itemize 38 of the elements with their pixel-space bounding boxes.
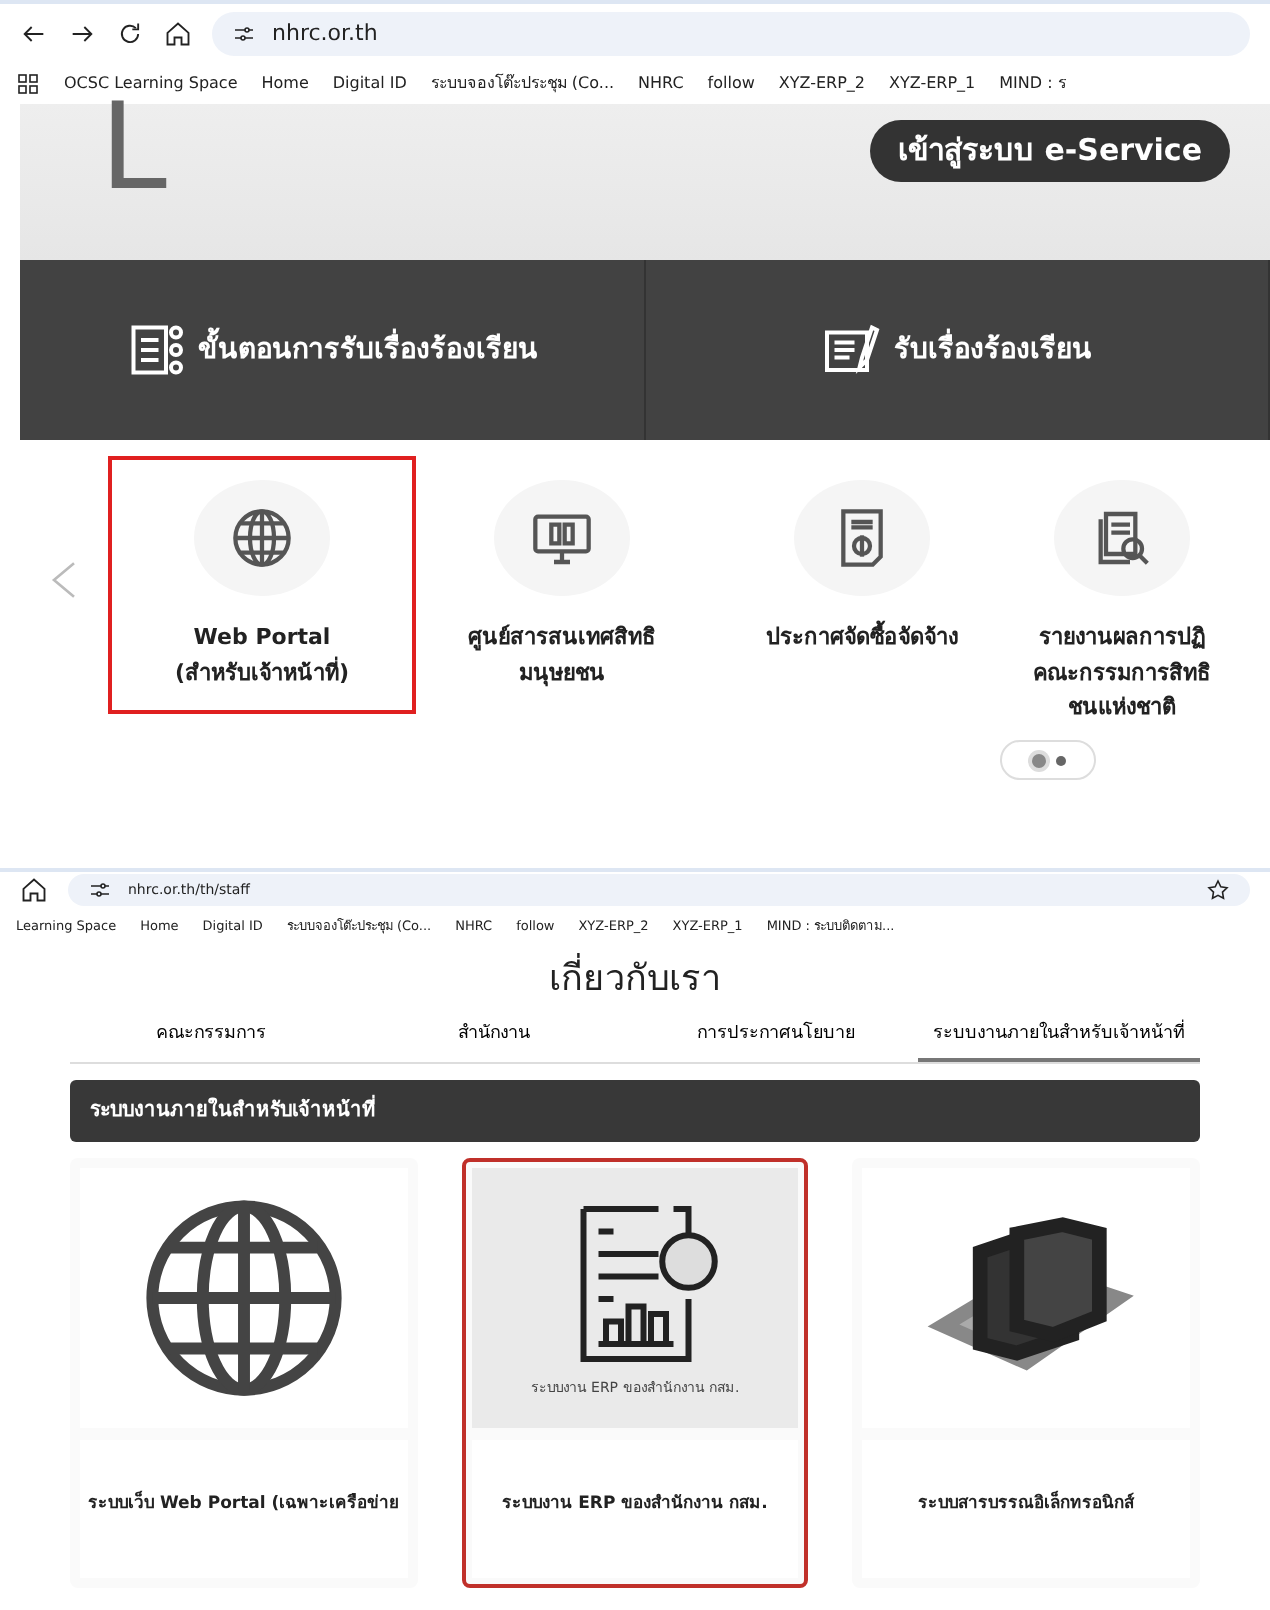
card-title: ระบบสารบรรณอิเล็กทรอนิกส์ [862, 1439, 1191, 1577]
bookmark-link[interactable]: XYZ-ERP_1 [889, 72, 976, 96]
bookmark-link[interactable]: XYZ-ERP_2 [778, 72, 865, 96]
home-icon[interactable] [164, 20, 192, 48]
section-header: ระบบงานภายในสำหรับเจ้าหน้าที่ [70, 1079, 1200, 1141]
tab[interactable]: คณะกรรมการ [70, 1014, 353, 1061]
page-heading: เกี่ยวกับเรา [0, 952, 1270, 1006]
pager-dot[interactable] [1055, 755, 1065, 765]
site-settings-icon[interactable] [88, 878, 112, 902]
system-card[interactable]: ระบบสารบรรณอิเล็กทรอนิกส์ [852, 1157, 1201, 1587]
bookmark-link[interactable]: ระบบจองโต๊ะประชุม (Co... [430, 72, 615, 96]
card-title: ระบบงาน ERP ของสำนักงาน กสม. [471, 1439, 799, 1577]
tab[interactable]: สำนักงาน [352, 1014, 635, 1061]
tab[interactable]: ระบบงานภายในสำหรับเจ้าหน้าที่ [917, 1014, 1200, 1061]
pager-dot[interactable] [1031, 753, 1045, 767]
carousel-item[interactable]: รายงานผลการปฏิ คณะกรรมการสิทธิ ชนแห่งชาติ [1012, 460, 1232, 746]
carousel-item[interactable]: ประกาศจัดซื้อจัดจ้าง [712, 460, 1012, 676]
reload-icon[interactable] [116, 20, 144, 48]
apps-grid-icon[interactable] [16, 72, 40, 96]
bookmark-link[interactable]: NHRC [638, 72, 684, 96]
menu-band-link[interactable]: รับเรื่องร้องเรียน [645, 260, 1270, 440]
home-icon[interactable] [20, 876, 48, 904]
site-settings-icon[interactable] [232, 22, 256, 46]
bookmark-link[interactable]: MIND : ร [999, 72, 1066, 96]
e-service-button[interactable]: เข้าสู่ระบบ e-Service [870, 120, 1230, 181]
address-bar[interactable]: nhrc.or.th [212, 12, 1250, 56]
carousel-item[interactable]: ศูนย์สารสนเทศสิทธิ มนุษยชน [412, 460, 712, 711]
bookmark-link[interactable]: Home [261, 72, 309, 96]
system-card[interactable]: ระบบเว็บ Web Portal (เฉพาะเครือข่าย [70, 1157, 418, 1587]
globe-icon [230, 506, 294, 570]
bookmark-link[interactable]: Digital ID [332, 72, 407, 96]
url-text: nhrc.or.th [272, 17, 378, 50]
star-icon[interactable] [1206, 878, 1230, 902]
bookmark-link[interactable]: follow [707, 72, 755, 96]
card-title: ระบบเว็บ Web Portal (เฉพาะเครือข่าย [80, 1439, 408, 1577]
carousel-item[interactable]: Web Portal (สำหรับเจ้าหน้าที่) [112, 460, 412, 711]
menu-band-link[interactable]: ขั้นตอนการรับเรื่องร้องเรียน [20, 260, 645, 440]
tab[interactable]: การประกาศนโยบาย [635, 1014, 918, 1061]
